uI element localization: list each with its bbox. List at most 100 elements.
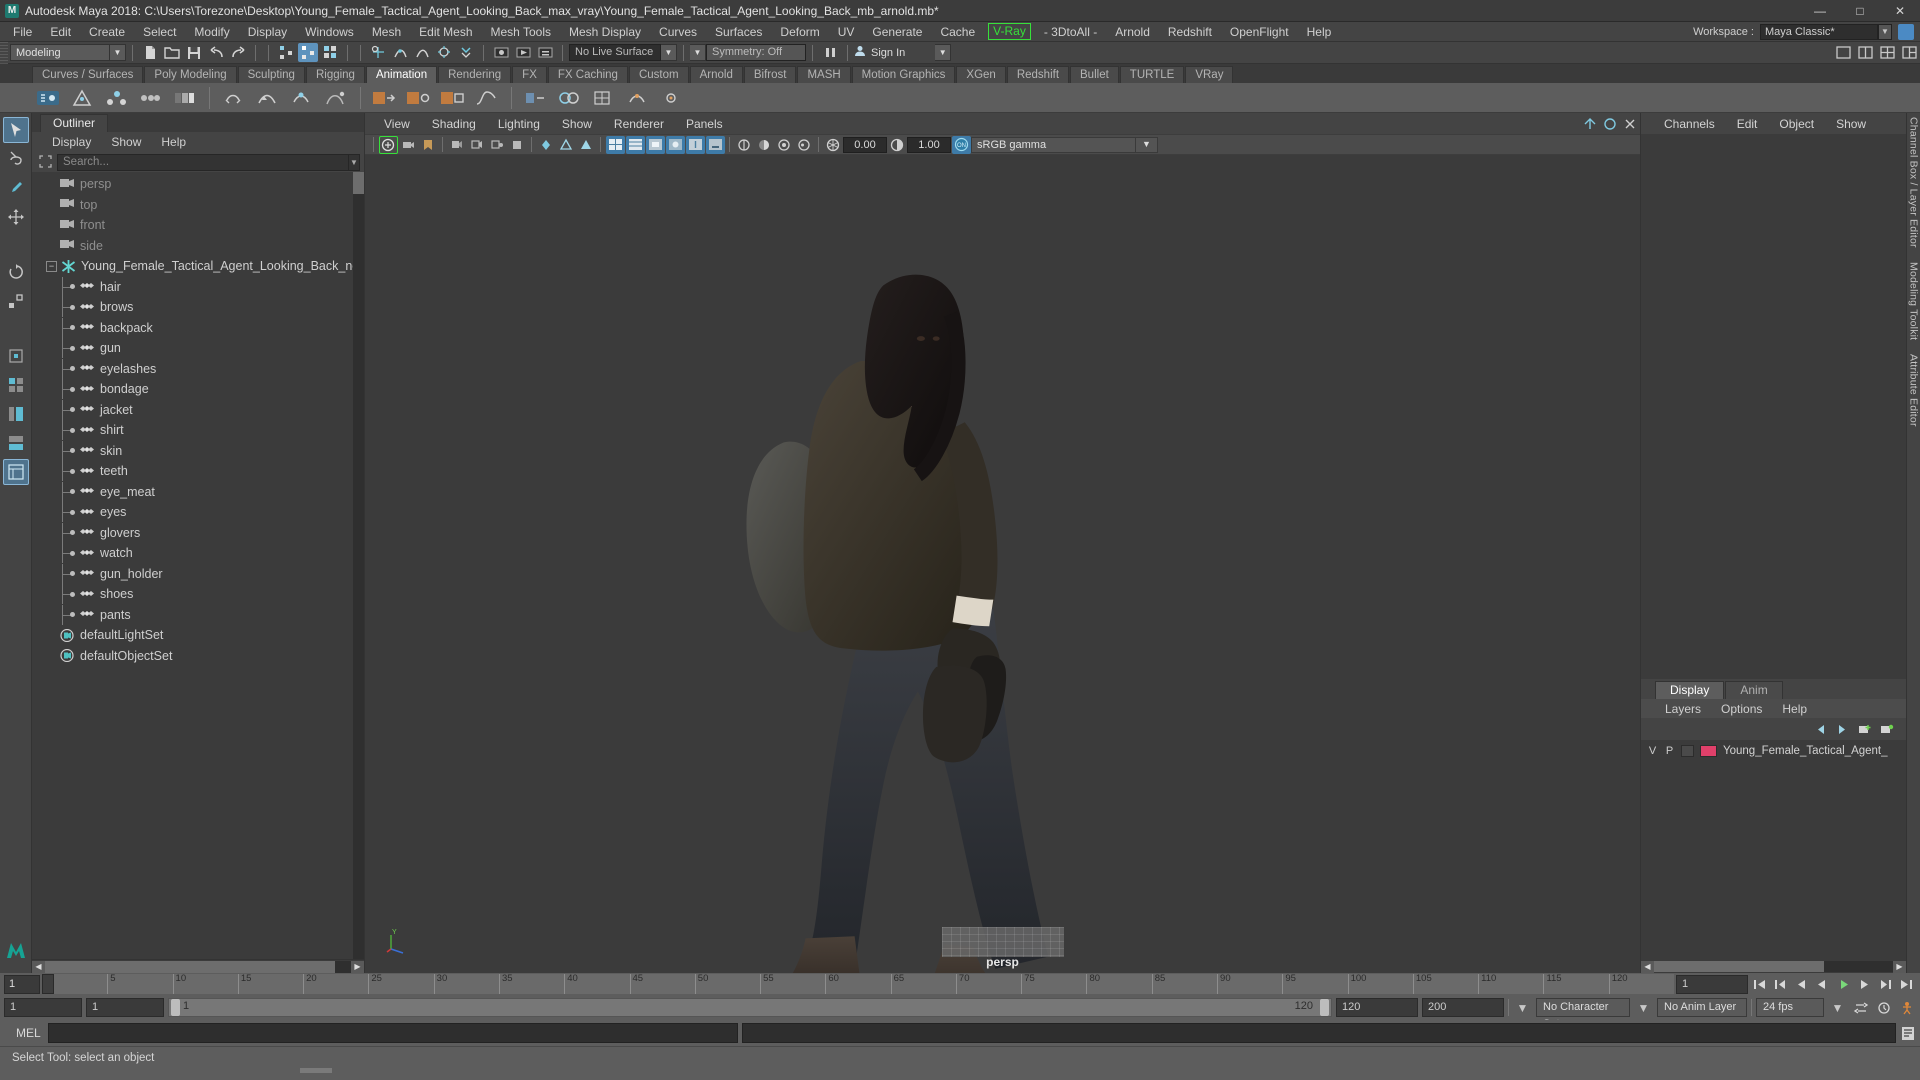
selection-mode-combo[interactable]: Modeling (10, 44, 110, 61)
smooth-shade-all-icon[interactable] (625, 135, 645, 154)
selection-mode-chevron-down-icon[interactable]: ▼ (110, 44, 126, 61)
outliner-vertical-scrollbar[interactable] (353, 172, 364, 959)
set-key-icon[interactable] (32, 85, 64, 111)
display-layer-list[interactable]: V P Young_Female_Tactical_Agent_ (1641, 740, 1906, 960)
shadows-icon[interactable] (705, 135, 725, 154)
channelbox-menu-edit[interactable]: Edit (1726, 117, 1769, 131)
vtab-modeling-toolkit[interactable]: Modeling Toolkit (1908, 262, 1920, 340)
playback-start-field[interactable]: 1 (86, 998, 164, 1017)
gamma-field[interactable]: 1.00 (907, 136, 951, 153)
lasso-tool-icon[interactable] (3, 146, 29, 172)
auto-keyframe-toggle-icon[interactable] (1851, 998, 1870, 1017)
menu-file[interactable]: File (4, 22, 41, 42)
toolbar-grip[interactable] (0, 41, 8, 64)
viewport-menu-shading[interactable]: Shading (421, 117, 487, 131)
create-deformer-icon[interactable] (519, 85, 551, 111)
sign-in-button[interactable]: Sign In (854, 45, 905, 60)
outliner-vertical-scroll-thumb[interactable] (353, 172, 364, 194)
viewport-undock-icon[interactable] (1581, 115, 1600, 133)
paint-select-tool-icon[interactable] (3, 175, 29, 201)
play-backwards-icon[interactable] (1813, 975, 1832, 994)
character-pose-icon[interactable] (1897, 998, 1916, 1017)
script-editor-icon[interactable] (1900, 1024, 1916, 1042)
shelf-tab-rendering[interactable]: Rendering (438, 66, 512, 83)
tab-outliner[interactable]: Outliner (40, 114, 109, 132)
outliner-item-bondage[interactable]: bondage (32, 379, 364, 400)
motion-blur-icon[interactable] (775, 136, 794, 154)
motion-trail-icon[interactable] (251, 85, 283, 111)
menu-uv[interactable]: UV (829, 22, 864, 42)
search-chevron-down-icon[interactable]: ▼ (349, 153, 360, 171)
go-to-end-icon[interactable] (1897, 975, 1916, 994)
live-surface-field[interactable]: No Live Surface (569, 44, 661, 61)
render-settings-icon[interactable] (535, 43, 555, 62)
fps-combo[interactable]: 24 fps (1756, 998, 1824, 1017)
layer-menu-options[interactable]: Options (1711, 702, 1772, 716)
outliner-item-shirt[interactable]: shirt (32, 420, 364, 441)
snap-grid-icon[interactable] (368, 43, 388, 62)
layer-scroll-left-icon[interactable]: ◀ (1641, 960, 1654, 973)
symmetry-field[interactable]: Symmetry: Off (706, 44, 806, 61)
viewport-menu-renderer[interactable]: Renderer (603, 117, 675, 131)
outliner-item-eyes[interactable]: eyes (32, 502, 364, 523)
outliner-h-thumb[interactable] (45, 960, 335, 973)
gate-mask-icon[interactable] (508, 136, 527, 154)
textured-icon[interactable] (665, 135, 685, 154)
layer-h-track[interactable] (1654, 961, 1893, 972)
fps-chevron-down-icon[interactable]: ▼ (1828, 998, 1847, 1017)
workspace-combo[interactable]: Maya Classic* (1760, 23, 1878, 40)
human-ik-icon[interactable] (402, 85, 434, 111)
create-animation-snapshot-icon[interactable] (285, 85, 317, 111)
render-current-frame-icon[interactable] (491, 43, 511, 62)
outliner-item-pants[interactable]: pants (32, 604, 364, 626)
ipr-render-icon[interactable] (513, 43, 533, 62)
channel-box-empty-area[interactable] (1641, 134, 1906, 679)
vtab-attribute-editor[interactable]: Attribute Editor (1908, 354, 1920, 427)
outliner-menu-help[interactable]: Help (151, 135, 196, 149)
new-layer-from-selected-icon[interactable] (1878, 721, 1894, 737)
maximize-button[interactable]: □ (1840, 0, 1880, 22)
open-scene-icon[interactable] (162, 43, 182, 62)
layer-horizontal-scrollbar[interactable]: ◀ ▶ (1641, 960, 1906, 973)
menu-select[interactable]: Select (134, 22, 185, 42)
menu-generate[interactable]: Generate (863, 22, 931, 42)
display-layer-row[interactable]: V P Young_Female_Tactical_Agent_ (1641, 742, 1906, 760)
select-object-icon[interactable] (298, 43, 318, 62)
panel-layout-three-icon[interactable] (1899, 43, 1919, 62)
viewport-menu-view[interactable]: View (373, 117, 421, 131)
layer-playback-toggle[interactable]: P (1664, 745, 1675, 757)
outliner-h-track[interactable] (45, 960, 351, 973)
select-tool-icon[interactable] (2, 117, 29, 143)
outliner-menu-show[interactable]: Show (101, 135, 151, 149)
shelf-tab-arnold[interactable]: Arnold (689, 66, 743, 83)
outliner-item-defaultobjectset[interactable]: defaultObjectSet (32, 646, 364, 667)
outliner-item-gun[interactable]: gun (32, 338, 364, 359)
sign-in-chevron-down-icon[interactable]: ▼ (935, 44, 952, 61)
shaded-wireframe-icon[interactable] (645, 135, 665, 154)
menu-mesh[interactable]: Mesh (363, 22, 410, 42)
viewport-menu-panels[interactable]: Panels (675, 117, 734, 131)
layer-scroll-right-icon[interactable]: ▶ (1893, 960, 1906, 973)
step-forward-key-icon[interactable] (1876, 975, 1895, 994)
live-surface-chevron-down-icon[interactable]: ▼ (661, 44, 677, 61)
outliner-scroll-left-icon[interactable]: ◀ (32, 960, 45, 973)
select-camera-icon[interactable] (378, 135, 398, 154)
shelf-tab-animation[interactable]: Animation (365, 66, 438, 83)
time-editor-icon[interactable] (436, 85, 468, 111)
step-back-frame-icon[interactable] (1792, 975, 1811, 994)
outliner-menu-display[interactable]: Display (42, 135, 101, 149)
xray-joints-icon[interactable] (577, 136, 596, 154)
anim-layer-chevron-down-icon[interactable]: ▼ (1634, 998, 1653, 1017)
outliner-item-hair[interactable]: hair (32, 276, 364, 298)
image-plane-icon[interactable] (448, 136, 467, 154)
outliner-item-eyelashes[interactable]: eyelashes (32, 358, 364, 380)
shelf-tab-rigging[interactable]: Rigging (305, 66, 365, 83)
set-driven-key-icon[interactable] (100, 85, 132, 111)
panel-layout-quad-icon[interactable] (1877, 43, 1897, 62)
wrap-deformer-icon[interactable] (621, 85, 653, 111)
wireframe-shaded-icon[interactable] (605, 135, 625, 154)
playback-frame-field[interactable]: 1 (1676, 974, 1748, 994)
menu-cache[interactable]: Cache (931, 22, 984, 42)
menu-vray[interactable]: V-Ray (988, 23, 1031, 40)
use-all-lights-icon[interactable] (685, 135, 705, 154)
